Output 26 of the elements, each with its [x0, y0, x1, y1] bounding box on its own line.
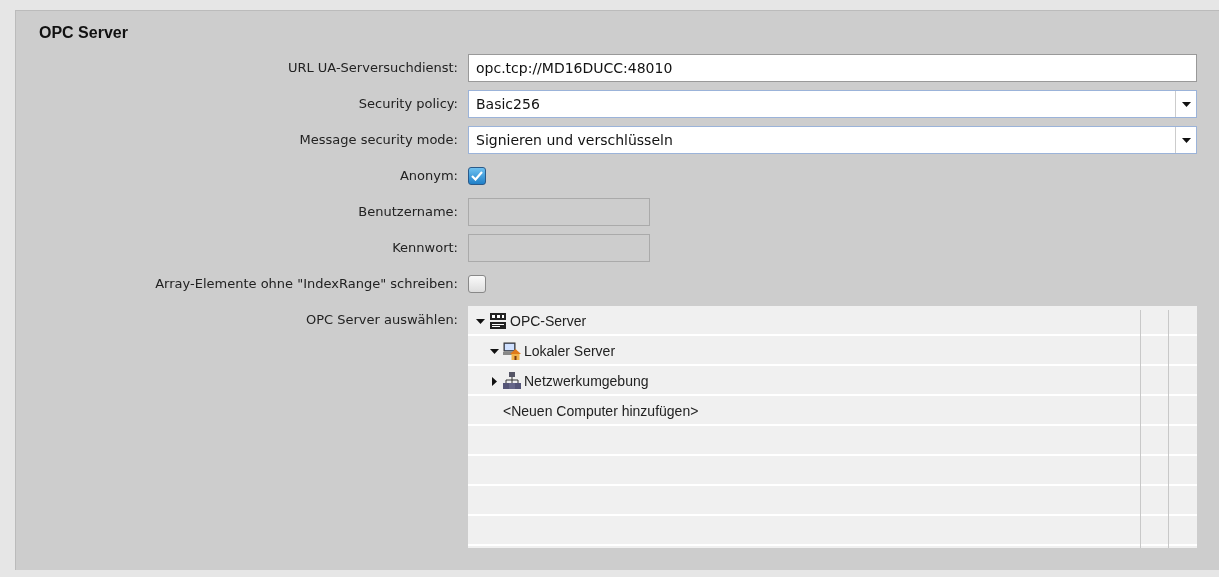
tree-item[interactable]: OPC-Server [510, 313, 587, 329]
expand-arrow-icon[interactable] [491, 376, 497, 386]
field-label: URL UA-Serversuchdienst: [287, 60, 458, 75]
checkbox[interactable] [468, 275, 486, 293]
tree-item[interactable]: <Neuen Computer hinzufügen> [503, 403, 699, 419]
server-icon [489, 312, 507, 330]
field-label: Message security mode: [299, 132, 458, 147]
caret-icon[interactable] [1181, 137, 1191, 143]
network-icon [503, 372, 521, 390]
tree-item[interactable]: Netzwerkumgebung [524, 373, 649, 389]
field-label: Array-Elemente ohne "IndexRange" schreiben: [155, 276, 458, 291]
dropdown-field[interactable]: Signieren und verschlüsseln [468, 126, 1197, 154]
panel-title: OPC Server [39, 24, 128, 42]
tree-item[interactable]: Lokaler Server [524, 343, 616, 359]
caret-icon[interactable] [1181, 101, 1191, 107]
collapse-arrow-icon[interactable] [489, 348, 499, 354]
field-label: Kennwort: [392, 240, 458, 255]
field-label: OPC Server auswählen: [305, 312, 458, 327]
dropdown-field[interactable]: Basic256 [468, 90, 1197, 118]
collapse-arrow-icon[interactable] [475, 318, 485, 324]
field-label: Benutzername: [358, 204, 458, 219]
checkbox[interactable] [468, 167, 486, 185]
field-label: Security policy: [358, 96, 458, 111]
computer-house-icon [503, 342, 521, 360]
text-field[interactable]: opc.tcp://MD16DUCC:48010 [468, 54, 1197, 82]
field-label: Anonym: [399, 168, 458, 183]
